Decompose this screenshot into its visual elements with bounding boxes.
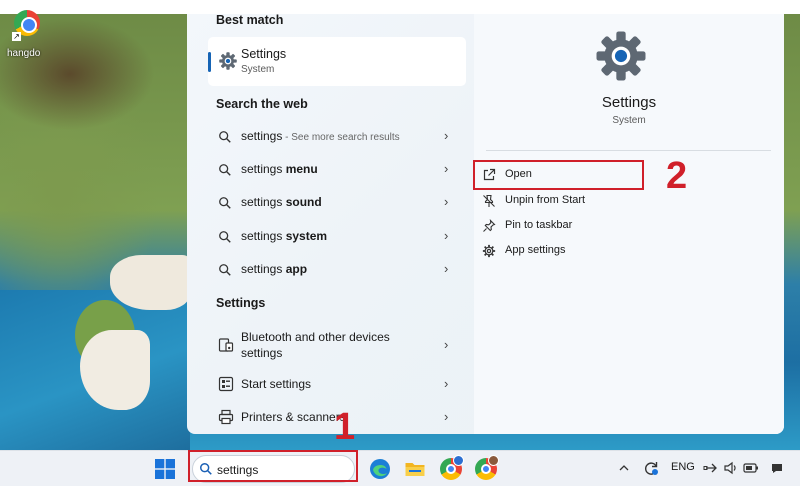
desktop-shortcut-label: hangdo (7, 48, 41, 59)
pin-label: Pin to taskbar (505, 219, 573, 231)
web-result-settings-system[interactable]: settings system › (208, 221, 466, 253)
unpin-icon (483, 194, 495, 207)
search-icon (219, 164, 231, 176)
search-icon (219, 131, 231, 143)
divider (486, 150, 771, 151)
annotation-box-open (473, 160, 644, 190)
desktop-shortcut[interactable]: ↗ hangdo (4, 10, 44, 59)
result-detail-pane: Settings System Open Unpin from Start Pi… (474, 14, 784, 434)
pin-icon (483, 219, 496, 232)
chevron-up-icon[interactable] (618, 462, 630, 474)
search-icon (219, 231, 231, 243)
chevron-right-icon: › (444, 337, 449, 352)
battery-icon[interactable] (743, 461, 759, 475)
settings-result-start[interactable]: Start settings › (208, 374, 466, 402)
annotation-step-2: 2 (666, 155, 688, 197)
bottom-margin (0, 486, 800, 500)
chevron-right-icon: › (444, 194, 449, 209)
chevron-right-icon: › (444, 409, 449, 424)
app-settings-label: App settings (505, 244, 566, 256)
volume-icon[interactable] (723, 460, 739, 476)
chrome-center (446, 464, 456, 474)
detail-title: Settings (601, 94, 657, 111)
web-result-text: settings - See more search results (241, 129, 400, 143)
start-menu-icon (218, 376, 234, 392)
web-result-text: settings system (241, 229, 328, 243)
selection-indicator (208, 52, 211, 72)
web-result-settings[interactable]: settings - See more search results › (208, 121, 466, 153)
network-icon[interactable] (703, 460, 719, 476)
settings-result-label: Bluetooth and other devices settings (241, 330, 390, 360)
search-web-heading: Search the web (216, 97, 308, 111)
app-settings-action[interactable]: App settings (482, 240, 752, 262)
best-match-subtitle: System (241, 64, 275, 75)
profile-badge-icon (453, 455, 464, 466)
chevron-right-icon: › (444, 261, 449, 276)
settings-gear-icon (219, 52, 237, 70)
settings-result-label: Printers & scanners (241, 410, 346, 424)
web-result-text: settings menu (241, 162, 318, 176)
web-result-settings-sound[interactable]: settings sound › (208, 187, 466, 219)
chrome-icon[interactable] (475, 455, 499, 480)
settings-result-label: Start settings (241, 377, 312, 391)
devices-icon (218, 338, 234, 352)
notification-icon[interactable] (770, 461, 784, 475)
best-match-heading: Best match (216, 14, 284, 27)
language-indicator[interactable]: ENG (671, 461, 695, 473)
web-result-settings-menu[interactable]: settings menu › (208, 154, 466, 186)
taskbar: settings ENG (0, 450, 800, 486)
pin-to-taskbar-action[interactable]: Pin to taskbar (482, 215, 752, 237)
unpin-label: Unpin from Start (505, 194, 586, 206)
settings-result-bluetooth[interactable]: Bluetooth and other devices settings › (208, 326, 466, 366)
chevron-right-icon: › (444, 376, 449, 391)
file-explorer-icon[interactable] (404, 458, 426, 480)
windows-start-icon[interactable] (155, 459, 175, 479)
search-panel: Best match Settings System Search the we… (187, 14, 784, 434)
search-icon (219, 197, 231, 209)
chevron-right-icon: › (444, 228, 449, 243)
detail-subtitle: System (612, 115, 646, 126)
search-icon (219, 264, 231, 276)
sync-icon[interactable] (642, 459, 660, 477)
best-match-title: Settings (241, 47, 287, 61)
wallpaper-cliff (110, 255, 190, 310)
web-result-settings-app[interactable]: settings app › (208, 254, 466, 286)
shortcut-arrow-icon: ↗ (12, 32, 21, 41)
web-result-text: settings app (241, 262, 308, 276)
web-result-text: settings sound (241, 195, 322, 209)
chrome-center (481, 464, 491, 474)
edge-icon[interactable] (369, 458, 391, 480)
printer-icon (218, 409, 234, 425)
chevron-right-icon: › (444, 128, 449, 143)
gear-icon (482, 244, 496, 258)
best-match-result[interactable]: Settings System (208, 37, 466, 86)
annotation-box-search (188, 450, 358, 482)
unpin-from-start-action[interactable]: Unpin from Start (482, 190, 752, 212)
profile-badge-icon (488, 455, 499, 466)
settings-gear-icon (596, 31, 646, 81)
chrome-profile-icon[interactable] (440, 455, 464, 480)
search-results: Best match Settings System Search the we… (187, 14, 474, 434)
annotation-step-1: 1 (334, 406, 356, 448)
settings-section-heading: Settings (216, 296, 266, 310)
chevron-right-icon: › (444, 161, 449, 176)
